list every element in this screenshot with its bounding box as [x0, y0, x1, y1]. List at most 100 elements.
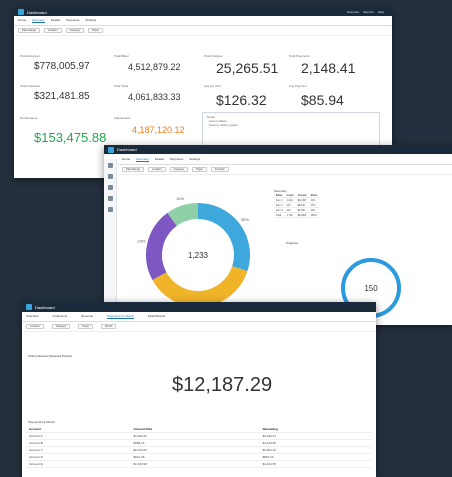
sidebar [104, 159, 117, 325]
home-icon[interactable] [107, 163, 113, 168]
metric-label: Avg per Visit [204, 84, 221, 88]
header-link[interactable]: Overview [347, 10, 360, 14]
table-cell: Account C [26, 446, 131, 454]
tab[interactable]: Details [51, 18, 60, 23]
metric-label: Total Visits [114, 84, 129, 88]
tab[interactable]: Revenue [81, 314, 93, 319]
table-row: Account A $1,202.22 $2,340.41 [26, 432, 372, 440]
filter-pill[interactable]: Provider [210, 167, 229, 172]
metric-card: Total Expected $778,005.97 [20, 54, 90, 72]
table-cell: $2,340.41 [259, 432, 372, 440]
tab[interactable]: Collections [53, 314, 68, 319]
donut-segment [152, 265, 248, 307]
logo-icon [108, 146, 114, 153]
logo-icon [18, 9, 24, 15]
dashboard-window-3: Dashboard Overview Collections Revenue P… [22, 302, 376, 477]
metric-value: $321,481.85 [34, 91, 90, 102]
metric-label: Total Collected [20, 84, 40, 88]
net-revenue-value: $153,475.88 [34, 130, 107, 145]
tab[interactable]: Settings [189, 157, 200, 162]
table-row: Account C $2,410.00 $3,004.12 [26, 446, 372, 454]
chart-icon[interactable] [107, 174, 113, 179]
user-icon[interactable] [107, 196, 113, 201]
tab[interactable]: Summary [136, 157, 149, 162]
filter-pill[interactable]: Date Range [122, 167, 144, 172]
filter-pill[interactable]: Location [26, 324, 44, 329]
filter-bar: Date Range Location Category Payer Provi… [118, 165, 452, 175]
table-cell: $1,412.55 [259, 460, 372, 468]
metric-value: 2,148.41 [301, 60, 356, 76]
table-cell: $1,120.30 [259, 439, 372, 447]
filter-pill[interactable]: Payer [78, 324, 94, 329]
table-cell: $24,800 [295, 212, 309, 218]
metric-card: Total Payments 2,148.41 [289, 54, 356, 76]
metric-label: Total Expected [20, 54, 40, 58]
app-name: Dashboard [27, 9, 47, 15]
settings-icon[interactable] [107, 207, 113, 212]
gauge-value: 150 [364, 284, 378, 293]
filter-pill[interactable]: Category [169, 167, 189, 172]
app-header: Dashboard [22, 302, 376, 312]
filter-pill[interactable]: Payer [192, 167, 207, 172]
metric-value: 4,061,833.33 [128, 92, 181, 102]
table-row: Account B $980.15 $1,120.30 [26, 439, 372, 447]
tab[interactable]: Details [155, 157, 164, 162]
table-cell: Account E [26, 460, 131, 468]
table-cell: Account A [26, 432, 131, 440]
gauge-title: Progress [286, 241, 299, 245]
metric-label: Net Revenue [20, 116, 38, 120]
table-row: Account D $612.45 $801.10 [26, 453, 372, 461]
table-cell: $801.10 [259, 453, 372, 461]
filter-pill[interactable]: Date Range [18, 28, 40, 33]
filter-pill[interactable]: Month [101, 324, 117, 329]
metric-card: Total Billed 4,512,879.22 [114, 54, 181, 72]
app-logo: Dashboard [108, 146, 137, 153]
filter-pill[interactable]: Category [51, 324, 71, 329]
list-icon[interactable] [107, 185, 113, 190]
app-name: Dashboard [117, 147, 137, 152]
table-cell: $2,410.00 [130, 446, 260, 454]
table-cell: 1,746 [284, 212, 296, 218]
total-collected-value: $12,187.29 [172, 374, 273, 396]
filter-pill[interactable]: Location [43, 28, 62, 33]
header-link[interactable]: Help [378, 10, 384, 14]
metric-value: 25,265.51 [216, 60, 279, 76]
filter-bar: Location Category Payer Month [22, 322, 376, 332]
metric-card: Net Revenue $153,475.88 [20, 116, 106, 145]
tab[interactable]: Home [18, 18, 26, 23]
tab-bar: Home Summary Details Payments Settings [14, 16, 392, 26]
metric-card: Adjustments 4,187,120.12 [114, 116, 185, 135]
header-link[interactable]: Reports [363, 10, 374, 14]
filter-pill[interactable]: Location [147, 167, 166, 172]
table-row: Total 1,746 $24,800 100% [274, 212, 320, 218]
table-title: Payments by Month [28, 420, 55, 424]
metric-value: $85.94 [301, 92, 344, 108]
metric-value: $778,005.97 [34, 61, 90, 72]
app-header: Dashboard [104, 145, 452, 154]
metric-label: Avg Payment [289, 84, 307, 88]
filter-pill[interactable]: Category [65, 28, 85, 33]
table-cell: 100% [308, 212, 320, 218]
dashboard-window-2: Dashboard Home Summary Details Payments … [104, 145, 452, 325]
tab[interactable]: Detail Report [148, 314, 166, 319]
filter-pill[interactable]: Payer [88, 28, 103, 33]
metric-label: Total Charges [204, 54, 223, 58]
metric-card: Avg Payment $85.94 [289, 84, 344, 108]
tab[interactable]: Payments [170, 157, 183, 162]
donut-center-label: 1,233 [188, 251, 209, 260]
summary-table-panel: Summary Name Count Amount Share Item 1 1… [274, 189, 320, 218]
table-cell: Total [274, 212, 285, 218]
app-name: Dashboard [35, 304, 55, 310]
donut-slice-label: 10% [176, 196, 184, 201]
tab[interactable]: Payments [66, 18, 79, 23]
tab-active[interactable]: Payments by Month [107, 314, 134, 319]
tab[interactable]: Overview [26, 314, 39, 319]
tab[interactable]: Summary [32, 18, 45, 23]
notes-line: Source: billing system [209, 123, 239, 127]
notes-panel: Notes Last updated Source: billing syste… [202, 112, 380, 148]
tab[interactable]: Settings [85, 18, 96, 23]
section-title: Total Collected (Selected Period) [28, 354, 72, 358]
tab[interactable]: Home [122, 157, 130, 162]
metric-card: Total Visits 4,061,833.33 [114, 84, 181, 102]
metric-card: Total Collected $321,481.85 [20, 84, 90, 102]
